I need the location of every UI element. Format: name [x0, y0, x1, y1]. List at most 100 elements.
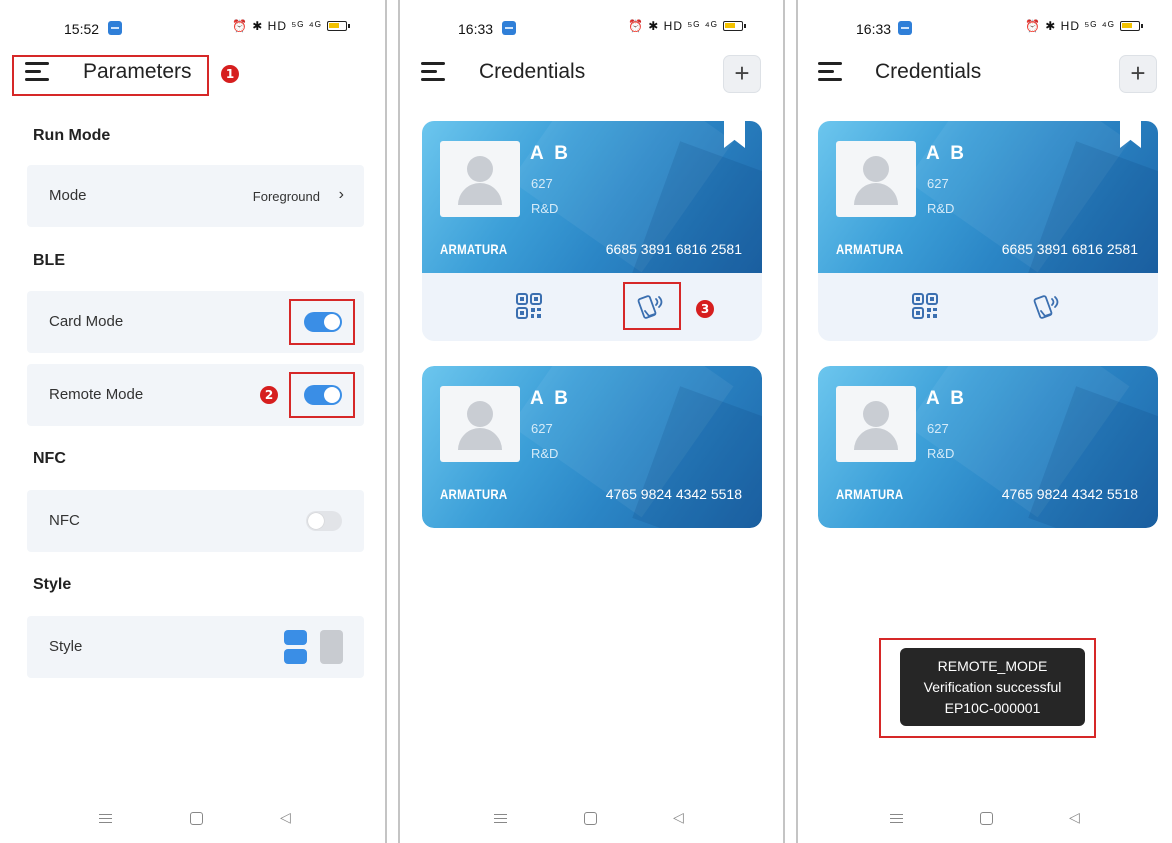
back-nav-icon[interactable]: ◁	[280, 809, 291, 826]
card-number: 4765 9824 4342 5518	[605, 486, 742, 502]
page-title: Credentials	[875, 60, 982, 83]
recents-nav-icon[interactable]	[494, 811, 507, 826]
card-face: A B 627 R&D ARMATURA 4765 9824 4342 5518	[818, 366, 1158, 528]
mode-row[interactable]: Mode Foreground ›	[27, 165, 364, 227]
card-holder-id: 627	[531, 176, 553, 191]
back-nav-icon[interactable]: ◁	[1069, 809, 1080, 826]
status-time: 16:33	[856, 21, 892, 37]
card-face: A B 627 R&D ARMATURA 6685 3891 6816 2581	[422, 121, 762, 273]
card-holder-dept: R&D	[531, 201, 559, 216]
battery-icon	[1119, 21, 1143, 31]
section-title-run-mode: Run Mode	[33, 127, 111, 144]
card-holder-name: A B	[530, 143, 572, 164]
status-bar: 16:33 ⏰ ✱ HD ⁵ᴳ ⁴ᴳ	[798, 18, 1172, 42]
qr-code-icon[interactable]	[910, 291, 940, 321]
card-holder-id: 627	[927, 176, 949, 191]
card-holder-id: 627	[531, 421, 553, 436]
credential-card[interactable]: A B 627 R&D ARMATURA 4765 9824 4342 5518	[422, 366, 762, 528]
add-credential-button[interactable]: +	[1119, 55, 1157, 93]
qr-code-icon[interactable]	[514, 291, 544, 321]
app-notification-icon	[898, 21, 912, 35]
panel-divider	[385, 0, 387, 843]
card-number: 6685 3891 6816 2581	[605, 241, 742, 257]
style-option-single[interactable]	[320, 630, 343, 664]
step-badge-3: 3	[696, 300, 714, 318]
brand-logo: ARMATURA	[836, 241, 904, 257]
highlight-box-remote-mode	[289, 372, 355, 418]
card-holder-dept: R&D	[927, 201, 955, 216]
style-row: Style	[27, 616, 364, 678]
step-badge-1: 1	[221, 65, 239, 83]
avatar	[836, 386, 916, 462]
card-holder-id: 627	[927, 421, 949, 436]
status-bar: 15:52 ⏰ ✱ HD ⁵ᴳ ⁴ᴳ	[0, 18, 386, 42]
chevron-right-icon: ›	[338, 186, 344, 203]
app-notification-icon	[502, 21, 516, 35]
brand-logo: ARMATURA	[440, 241, 508, 257]
home-nav-icon[interactable]	[980, 812, 993, 825]
system-nav-bar: ◁	[0, 809, 386, 829]
avatar	[440, 386, 520, 462]
credentials-screen: 16:33 ⏰ ✱ HD ⁵ᴳ ⁴ᴳ Credentials + A B 627…	[400, 0, 783, 843]
section-title-ble: BLE	[33, 252, 65, 269]
card-face: A B 627 R&D ARMATURA 6685 3891 6816 2581	[818, 121, 1158, 273]
step-badge-2: 2	[260, 386, 278, 404]
card-number: 6685 3891 6816 2581	[1001, 241, 1138, 257]
card-actions	[818, 273, 1158, 341]
brand-logo: ARMATURA	[440, 486, 508, 502]
highlight-box-header	[12, 55, 209, 96]
credentials-screen-verified: 16:33 ⏰ ✱ HD ⁵ᴳ ⁴ᴳ Credentials + A B 627…	[798, 0, 1172, 843]
status-icons: ⏰ ✱ HD ⁵ᴳ ⁴ᴳ	[232, 19, 350, 33]
recents-nav-icon[interactable]	[99, 811, 112, 826]
card-number: 4765 9824 4342 5518	[1001, 486, 1138, 502]
battery-icon	[722, 21, 746, 31]
system-nav-bar: ◁	[798, 809, 1172, 829]
mode-label: Mode	[49, 187, 87, 204]
avatar	[440, 141, 520, 217]
card-holder-dept: R&D	[927, 446, 955, 461]
nfc-phone-icon[interactable]	[1032, 291, 1062, 321]
recents-nav-icon[interactable]	[890, 811, 903, 826]
parameters-screen: 15:52 ⏰ ✱ HD ⁵ᴳ ⁴ᴳ Parameters 1 Run Mode…	[0, 0, 386, 843]
section-title-style: Style	[33, 576, 72, 593]
bookmark-icon[interactable]	[1120, 121, 1141, 148]
nfc-label: NFC	[49, 512, 80, 529]
style-option-list[interactable]	[284, 630, 307, 664]
highlight-box-card-mode	[289, 299, 355, 345]
panel-divider	[783, 0, 785, 843]
status-icons: ⏰ ✱ HD ⁵ᴳ ⁴ᴳ	[628, 19, 746, 33]
status-time: 15:52	[64, 21, 100, 37]
credential-card[interactable]: A B 627 R&D ARMATURA 4765 9824 4342 5518	[818, 366, 1158, 528]
section-title-nfc: NFC	[33, 450, 66, 467]
avatar	[836, 141, 916, 217]
back-nav-icon[interactable]: ◁	[673, 809, 684, 826]
menu-icon[interactable]	[421, 60, 445, 84]
status-icons: ⏰ ✱ HD ⁵ᴳ ⁴ᴳ	[1025, 19, 1143, 33]
card-holder-name: A B	[926, 388, 968, 409]
mode-value: Foreground	[252, 189, 320, 204]
highlight-box-toast	[879, 638, 1096, 738]
bookmark-icon[interactable]	[724, 121, 745, 148]
credential-card[interactable]: A B 627 R&D ARMATURA 6685 3891 6816 2581	[818, 121, 1158, 341]
card-face: A B 627 R&D ARMATURA 4765 9824 4342 5518	[422, 366, 762, 528]
status-time: 16:33	[458, 21, 494, 37]
card-holder-name: A B	[530, 388, 572, 409]
nfc-row: NFC	[27, 490, 364, 552]
card-mode-label: Card Mode	[49, 313, 124, 330]
app-notification-icon	[108, 21, 122, 35]
remote-mode-label: Remote Mode	[49, 386, 144, 403]
brand-logo: ARMATURA	[836, 486, 904, 502]
system-nav-bar: ◁	[400, 809, 783, 829]
style-label: Style	[49, 638, 83, 655]
card-holder-dept: R&D	[531, 446, 559, 461]
highlight-box-nfc-icon	[623, 282, 681, 330]
menu-icon[interactable]	[818, 60, 842, 84]
card-holder-name: A B	[926, 143, 968, 164]
status-bar: 16:33 ⏰ ✱ HD ⁵ᴳ ⁴ᴳ	[400, 18, 783, 42]
page-title: Credentials	[479, 60, 586, 83]
home-nav-icon[interactable]	[584, 812, 597, 825]
add-credential-button[interactable]: +	[723, 55, 761, 93]
battery-icon	[326, 21, 350, 31]
nfc-toggle[interactable]	[306, 511, 342, 531]
home-nav-icon[interactable]	[190, 812, 203, 825]
